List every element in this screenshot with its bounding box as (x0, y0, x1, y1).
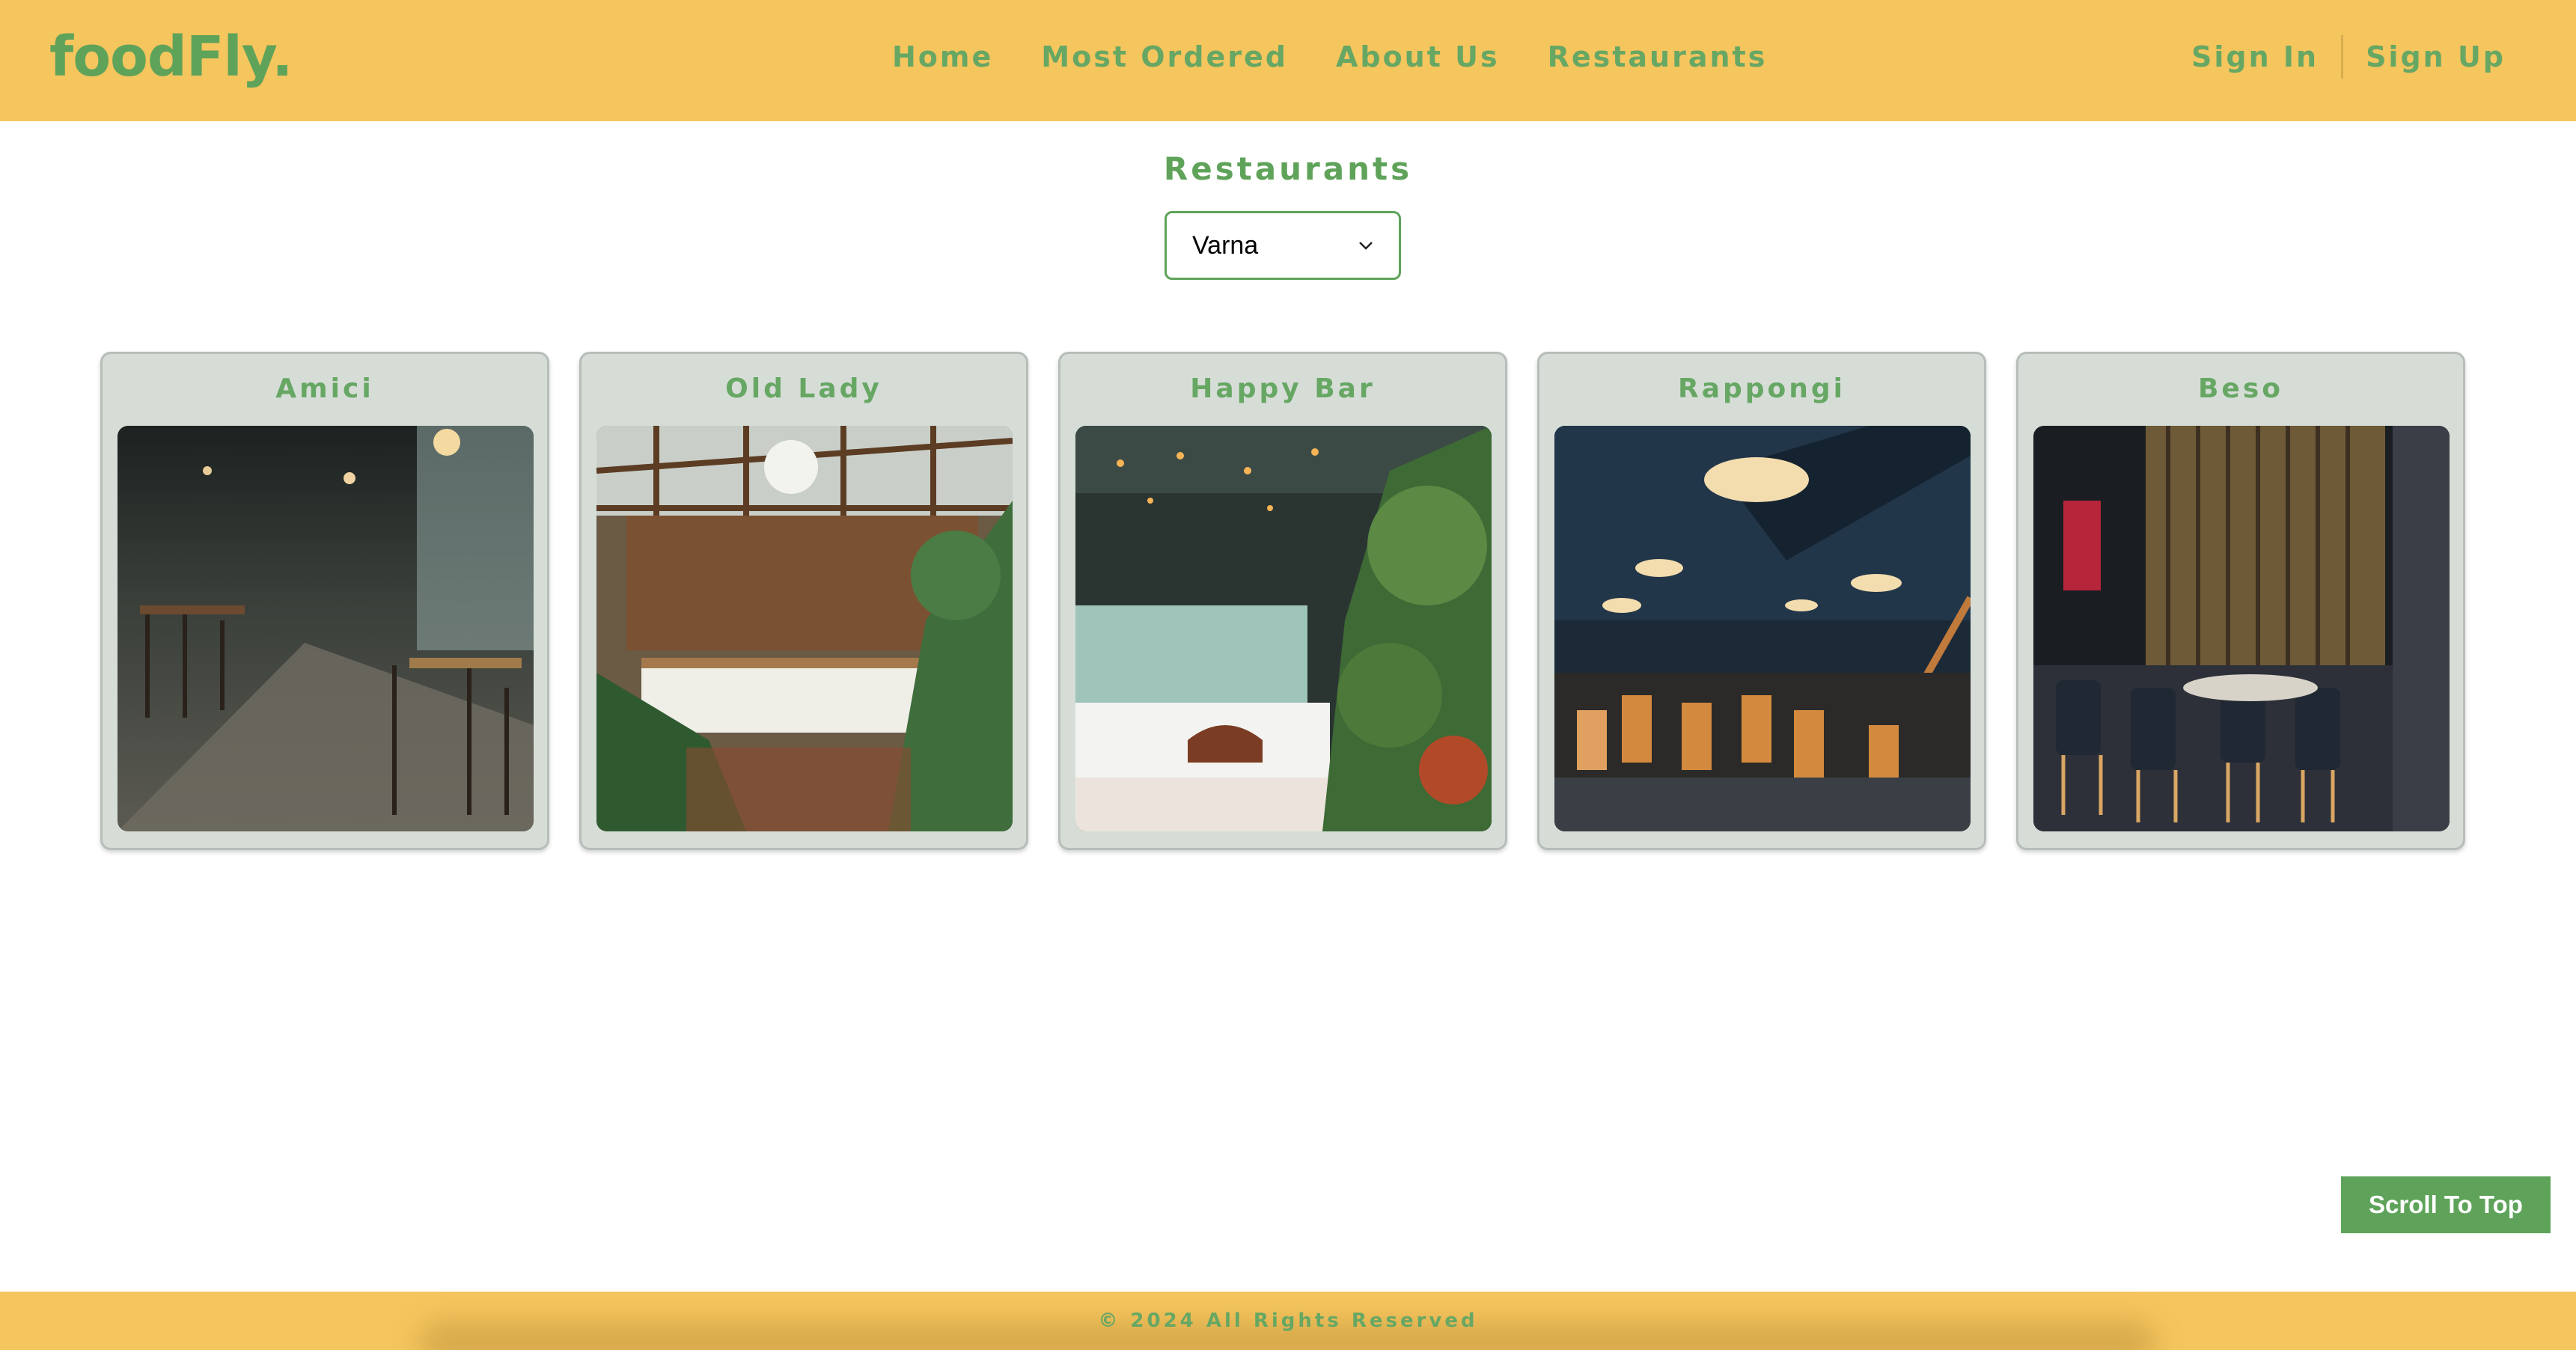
restaurant-image[interactable] (117, 426, 534, 831)
restaurant-card[interactable]: Beso (2016, 352, 2465, 850)
logo[interactable]: foodFly. (49, 19, 293, 94)
restaurant-image[interactable] (596, 426, 1013, 831)
footer-copyright: © 2024 All Rights Reserved (1098, 1310, 1478, 1332)
city-select-value: Varna (1192, 230, 1259, 260)
restaurant-card[interactable]: Rappongi (1537, 352, 1986, 850)
restaurant-card[interactable]: Happy Bar (1058, 352, 1507, 850)
restaurant-card[interactable]: Amici (100, 352, 549, 850)
nav-about-us[interactable]: About Us (1312, 34, 1524, 79)
restaurant-name: Happy Bar (1190, 373, 1376, 404)
restaurant-name: Beso (2197, 373, 2283, 404)
main-nav: Home Most Ordered About Us Restaurants (868, 34, 1791, 79)
page-title: Restaurants (1163, 150, 1413, 187)
scroll-to-top-button[interactable]: Scroll To Top (2341, 1176, 2551, 1233)
restaurant-name: Amici (275, 373, 374, 404)
header: foodFly. Home Most Ordered About Us Rest… (0, 0, 2576, 121)
restaurant-image[interactable] (1075, 426, 1492, 831)
restaurant-image[interactable] (2033, 426, 2450, 831)
auth-links: Sign In Sign Up (2169, 34, 2528, 79)
footer: © 2024 All Rights Reserved (0, 1292, 2576, 1350)
sign-up-link[interactable]: Sign Up (2343, 34, 2528, 79)
city-select[interactable]: Varna (1165, 211, 1401, 280)
restaurant-list: Amici Old Lady Happy Bar Rappongi Beso (100, 352, 2465, 850)
nav-home[interactable]: Home (868, 34, 1017, 79)
chevron-down-icon (1358, 235, 1373, 256)
nav-most-ordered[interactable]: Most Ordered (1017, 34, 1312, 79)
nav-restaurants[interactable]: Restaurants (1524, 34, 1792, 79)
restaurant-name: Rappongi (1677, 373, 1846, 404)
restaurant-name: Old Lady (725, 373, 882, 404)
restaurant-image[interactable] (1554, 426, 1971, 831)
sign-in-link[interactable]: Sign In (2169, 34, 2341, 79)
restaurant-card[interactable]: Old Lady (579, 352, 1028, 850)
